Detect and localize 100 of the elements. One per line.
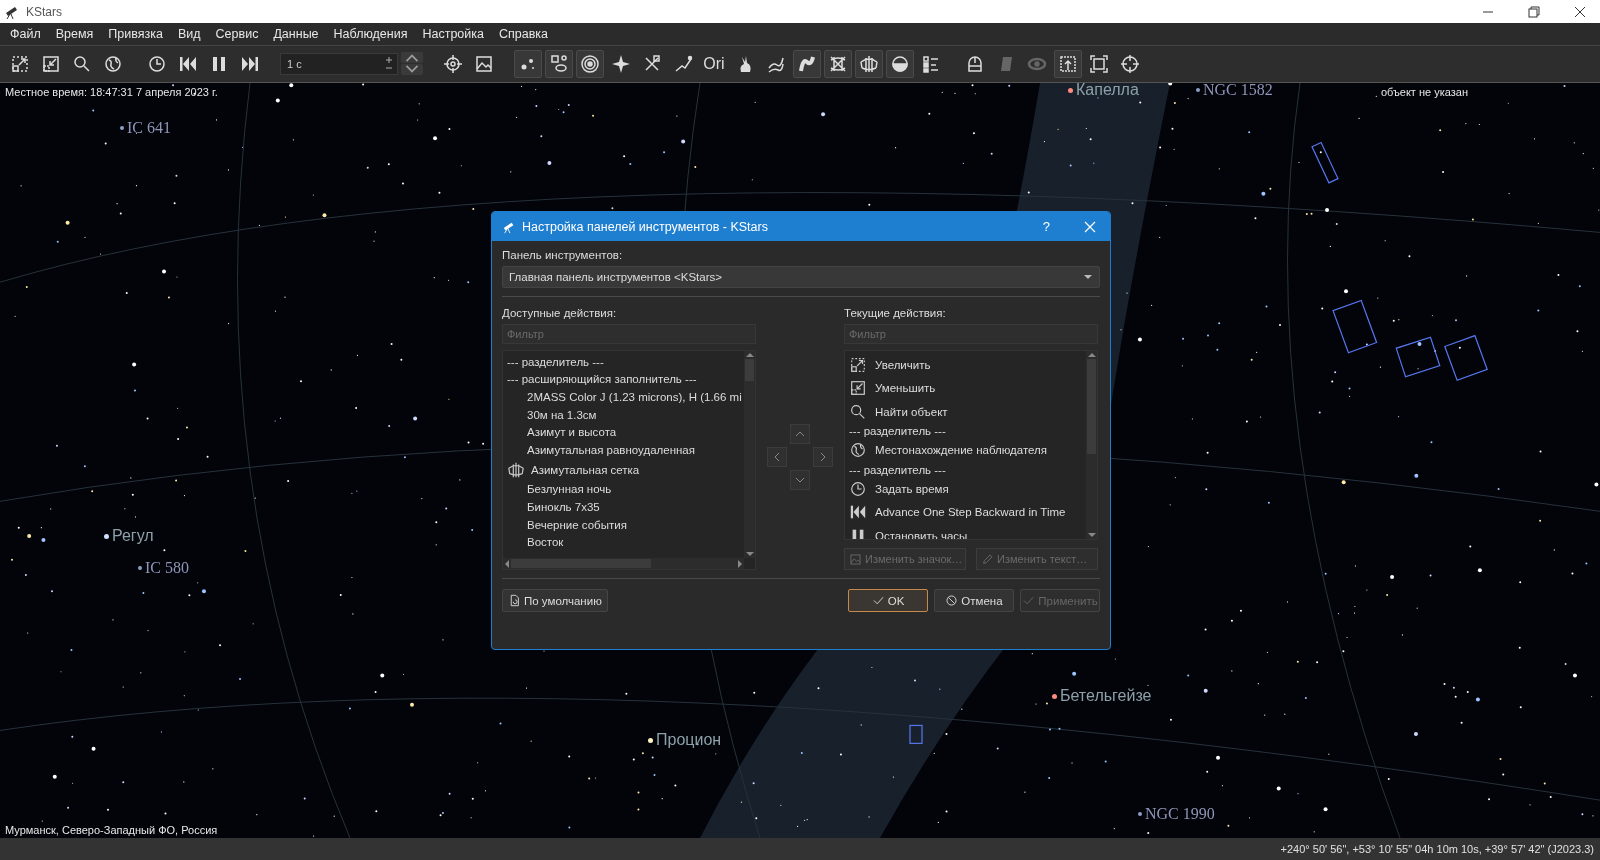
list-item[interactable]: Восток (507, 533, 740, 551)
shapes-icon (549, 54, 569, 74)
list-item[interactable]: Остановить часы (849, 524, 1082, 539)
list-item[interactable]: Задать время (849, 477, 1082, 501)
list-item[interactable]: Безлунная ночь (507, 480, 740, 499)
object-label: Капелла (1076, 83, 1139, 99)
menu-item[interactable]: Справка (499, 27, 549, 41)
plus-icon[interactable] (385, 56, 393, 64)
list-item[interactable]: Азимутальная сетка (507, 458, 740, 481)
globe-icon (103, 54, 123, 74)
toolbar-button[interactable] (793, 50, 821, 78)
object-label: Регул (112, 527, 154, 545)
comet-icon (673, 54, 693, 74)
list-item[interactable]: 30м на 1.3см (507, 405, 740, 424)
search-icon (72, 54, 92, 74)
zoom-out-icon (849, 379, 867, 398)
list-item[interactable]: Уменьшить (849, 376, 1082, 400)
target-icon (443, 54, 463, 74)
image-icon (849, 552, 862, 566)
list-item[interactable]: Азимутальная равноудаленная (507, 440, 740, 459)
dialog-title: Настройка панелей инструментов - KStars (522, 219, 768, 234)
list-item[interactable]: --- разделитель --- (507, 353, 740, 371)
zoom-out-icon (41, 54, 61, 74)
menu-item[interactable]: Файл (10, 27, 41, 41)
half-circle-icon (890, 54, 910, 74)
toolbar-button[interactable] (545, 50, 573, 78)
clock-icon (849, 479, 867, 498)
curve-icon (797, 54, 817, 74)
skip-back-icon (178, 54, 198, 74)
object-label: Процион (656, 731, 722, 749)
field-label: Текущие действия: (844, 307, 947, 319)
time-step-field[interactable]: 1 с (280, 53, 398, 75)
object-label: IC 641 (127, 119, 171, 137)
dome-icon (965, 54, 985, 74)
list-item[interactable]: Advance One Step Backward in Time (849, 500, 1082, 524)
skip-forward-icon (240, 54, 260, 74)
field-label: Доступные действия: (502, 307, 618, 319)
menu-item[interactable]: Время (55, 27, 94, 41)
field-label: Панель инструментов: (502, 249, 624, 261)
location: Мурманск, Северо-Западный ФО, Россия (5, 824, 218, 836)
menu-item[interactable]: Наблюдения (333, 27, 408, 41)
list-item[interactable]: --- разделитель --- (849, 423, 1082, 439)
minus-icon[interactable] (385, 64, 393, 72)
local-time: Местное время: 18:47:31 7 апреля 2023 г. (5, 86, 218, 98)
coordinates: +240° 50' 56", +53° 10' 55" 04h 10m 10s, +39° 57' 42" (J2023.3) (1280, 843, 1594, 855)
toolbar-button[interactable] (886, 50, 914, 78)
clock-icon (147, 54, 167, 74)
toolbar-button[interactable] (824, 50, 852, 78)
search-icon (849, 402, 867, 421)
list-item[interactable]: 2MASS Color J (1.23 microns), H (1.66 mi (507, 388, 740, 406)
menu-item[interactable]: Данные (273, 27, 319, 41)
object-label: NGC 1582 (1203, 83, 1273, 99)
zoom-in-icon (849, 355, 867, 374)
menu-item[interactable]: Сервис (215, 27, 259, 41)
toolbar-dropdown[interactable]: Главная панель инструментов <KStars> (502, 266, 1100, 288)
scroll-right-icon[interactable] (736, 558, 744, 569)
toolbar-button[interactable] (514, 50, 542, 78)
caret-icon (1083, 274, 1093, 280)
filter-field[interactable]: Фильтр (502, 324, 756, 344)
toolbar-button[interactable]: Ori (700, 50, 728, 78)
defaults-button[interactable]: По умолчанию (502, 589, 608, 612)
menu-item[interactable]: Привязка (108, 27, 163, 41)
object-label: Бетельгейзе (1060, 687, 1152, 705)
toolbar-button[interactable] (576, 50, 604, 78)
menu-item[interactable]: Настройка (422, 27, 484, 41)
crossed-grid-icon (828, 54, 848, 74)
check-icon (871, 594, 885, 607)
dialog-button[interactable]: Отмена (934, 589, 1014, 612)
maximize-icon[interactable] (1528, 5, 1540, 18)
close-icon[interactable] (1574, 5, 1586, 18)
help-button[interactable]: ? (1038, 219, 1054, 234)
list-item[interactable]: Найти объект (849, 400, 1082, 424)
toolbar-button[interactable] (1054, 50, 1082, 78)
crosshair-icon (1120, 54, 1140, 74)
scroll-down-icon[interactable] (744, 550, 755, 558)
list-item[interactable]: --- расширяющийся заполнитель --- (507, 370, 740, 389)
star-icon (611, 54, 631, 74)
object-label: NGC 1990 (1145, 805, 1215, 823)
rings-icon (580, 54, 600, 74)
frame-icon (1089, 54, 1109, 74)
list-item[interactable]: Увеличить (849, 353, 1082, 377)
list-item[interactable]: Азимут и высота (507, 423, 740, 441)
dialog-button[interactable]: OK (848, 589, 928, 612)
filter-field[interactable]: Фильтр (844, 324, 1098, 344)
spin-down-button[interactable] (401, 64, 423, 75)
scroll-down-icon[interactable] (1086, 531, 1097, 539)
object-label: IC 580 (145, 559, 189, 577)
menu-item[interactable]: Вид (177, 27, 201, 41)
grid-icon (859, 54, 879, 74)
focus-object: объект не указан (1380, 86, 1468, 98)
spin-up-button[interactable] (401, 52, 423, 63)
list-item[interactable]: Бинокль 7x35 (507, 498, 740, 516)
image-icon (474, 54, 494, 74)
list-item[interactable]: Вечерние события (507, 515, 740, 534)
list-item[interactable]: --- разделитель --- (849, 462, 1082, 477)
check-icon (1022, 594, 1036, 607)
document-icon (508, 594, 521, 607)
globe-icon (849, 441, 867, 460)
list-item[interactable]: Местонахождение наблюдателя (849, 438, 1082, 462)
toolbar-button[interactable] (855, 50, 883, 78)
